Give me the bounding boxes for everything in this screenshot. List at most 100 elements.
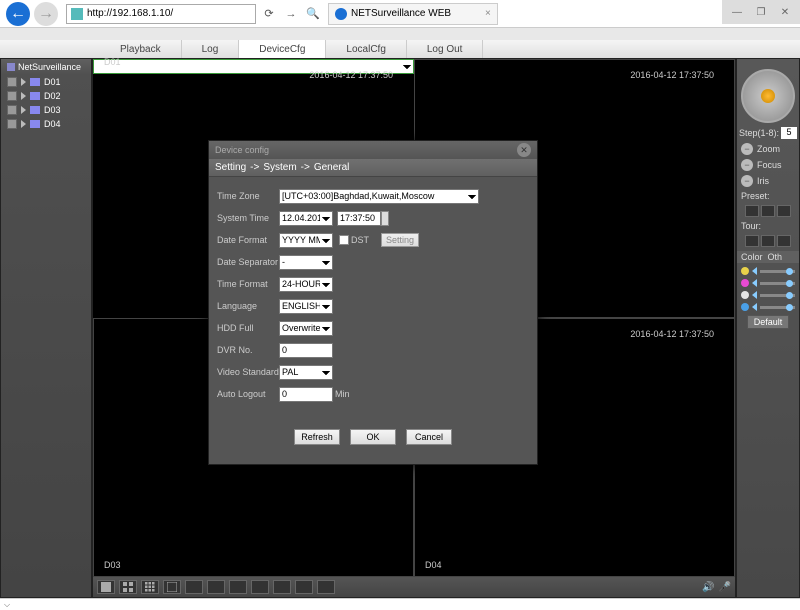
autologout-label: Auto Logout xyxy=(217,389,279,399)
connect-all-icon[interactable] xyxy=(251,580,269,594)
browser-tab[interactable]: NETSurveillance WEB × xyxy=(328,3,498,25)
timezone-select[interactable]: [UTC+03:00]Baghdad,Kuwait,Moscow xyxy=(279,189,479,204)
hddfull-select[interactable]: Overwrite xyxy=(279,321,333,336)
videostd-label: Video Standard xyxy=(217,367,279,377)
stop-icon[interactable]: → xyxy=(282,5,300,23)
refresh-icon[interactable]: ⟳ xyxy=(260,5,278,23)
fullscreen-icon[interactable] xyxy=(229,580,247,594)
device-config-dialog: Device config ✕ Setting-> System-> Gener… xyxy=(208,140,538,465)
layout-25-icon[interactable] xyxy=(185,580,203,594)
timestamp: 2016-04-12 17:37:50 xyxy=(630,329,714,339)
win-restore[interactable]: ❐ xyxy=(752,3,770,21)
layout-16-icon[interactable] xyxy=(163,580,181,594)
tour-prev[interactable] xyxy=(745,235,759,247)
browser-forward[interactable]: → xyxy=(34,2,58,26)
contrast-slider[interactable] xyxy=(737,279,799,287)
datesep-select[interactable]: - xyxy=(279,255,333,270)
refresh-button[interactable]: Refresh xyxy=(294,429,340,445)
dialog-titlebar[interactable]: Device config ✕ xyxy=(209,141,537,159)
default-button[interactable]: Default xyxy=(747,315,790,329)
nav-logout[interactable]: Log Out xyxy=(407,40,484,58)
speaker-icon[interactable]: 🔊 xyxy=(702,582,714,593)
tab-close-icon[interactable]: × xyxy=(485,8,491,19)
layout-9-icon[interactable] xyxy=(141,580,159,594)
play-icon xyxy=(21,106,26,114)
snap-icon[interactable] xyxy=(295,580,313,594)
dst-setting-button[interactable]: Setting xyxy=(381,233,419,247)
minus-icon[interactable]: − xyxy=(741,159,753,171)
browser-back[interactable]: ← xyxy=(6,2,30,26)
layout-4-icon[interactable] xyxy=(119,580,137,594)
nav-devicecfg[interactable]: DeviceCfg xyxy=(239,40,326,58)
focus-label: Focus xyxy=(757,160,795,170)
channel-d01[interactable]: D01 xyxy=(1,75,91,89)
ptz-dial[interactable] xyxy=(741,69,795,123)
record-icon[interactable] xyxy=(317,580,335,594)
crumb-system[interactable]: System xyxy=(263,162,296,173)
timeformat-select[interactable]: 24-HOUR xyxy=(279,277,333,292)
preset-label: Preset: xyxy=(737,191,799,201)
layout-1-icon[interactable] xyxy=(97,580,115,594)
video-cell-1[interactable]: 2016-04-12 17:37:50 D01 xyxy=(93,59,414,74)
datesep-label: Date Separator xyxy=(217,257,279,267)
other-header[interactable]: Oth xyxy=(768,252,783,262)
dvrno-label: DVR No. xyxy=(217,345,279,355)
tour-play[interactable] xyxy=(761,235,775,247)
tour-label: Tour: xyxy=(737,221,799,231)
dialog-title: Device config xyxy=(215,145,269,155)
close-icon[interactable]: ✕ xyxy=(517,143,531,157)
cancel-button[interactable]: Cancel xyxy=(406,429,452,445)
rec-icon xyxy=(7,119,17,129)
main-nav: Playback Log DeviceCfg LocalCfg Log Out xyxy=(0,40,800,58)
nav-localcfg[interactable]: LocalCfg xyxy=(326,40,406,58)
minus-icon[interactable]: − xyxy=(741,143,753,155)
channel-d04[interactable]: D04 xyxy=(1,117,91,131)
systime-date[interactable]: 12.04.2016 xyxy=(279,211,333,226)
talk-icon[interactable]: 🎤 xyxy=(719,582,731,593)
crumb-setting[interactable]: Setting xyxy=(215,162,246,173)
minus-icon[interactable]: − xyxy=(741,175,753,187)
language-select[interactable]: ENGLISH xyxy=(279,299,333,314)
step-value[interactable]: 5 xyxy=(781,127,797,139)
autologout-input[interactable] xyxy=(279,387,333,402)
nav-log[interactable]: Log xyxy=(182,40,240,58)
play-icon xyxy=(21,120,26,128)
saturation-slider[interactable] xyxy=(737,291,799,299)
cam-icon xyxy=(30,92,40,100)
address-bar[interactable]: http://192.168.1.10/ xyxy=(66,4,256,24)
color-header[interactable]: Color xyxy=(741,252,763,262)
dst-checkbox[interactable] xyxy=(339,235,349,245)
status-chevron-icon: ⌵ xyxy=(4,600,10,610)
crumb-general[interactable]: General xyxy=(314,162,350,173)
win-close[interactable]: ✕ xyxy=(776,3,794,21)
dateformat-label: Date Format xyxy=(217,235,279,245)
ok-button[interactable]: OK xyxy=(350,429,396,445)
hddfull-label: HDD Full xyxy=(217,323,279,333)
time-spinner[interactable] xyxy=(381,211,389,226)
cam-icon xyxy=(30,120,40,128)
preset-next[interactable] xyxy=(777,205,791,217)
chevron-left-icon xyxy=(752,279,757,287)
dateformat-select[interactable]: YYYY MM DD xyxy=(279,233,333,248)
videostd-select[interactable]: PAL xyxy=(279,365,333,380)
dot-icon xyxy=(741,291,749,299)
timestamp: 2016-04-12 17:37:50 xyxy=(630,70,714,80)
win-minimize[interactable]: — xyxy=(728,3,746,21)
channel-d03[interactable]: D03 xyxy=(1,103,91,117)
view-toolbar: 🔊 🎤 xyxy=(93,577,735,597)
tour-next[interactable] xyxy=(777,235,791,247)
preset-prev[interactable] xyxy=(745,205,759,217)
dvrno-input[interactable] xyxy=(279,343,333,358)
hue-slider[interactable] xyxy=(737,303,799,311)
channel-d02[interactable]: D02 xyxy=(1,89,91,103)
breadcrumb: Setting-> System-> General xyxy=(209,159,537,177)
nav-playback[interactable]: Playback xyxy=(100,40,182,58)
systime-time[interactable] xyxy=(337,211,381,226)
brightness-slider[interactable] xyxy=(737,267,799,275)
disconnect-all-icon[interactable] xyxy=(273,580,291,594)
layout-36-icon[interactable] xyxy=(207,580,225,594)
search-icon[interactable]: 🔍 xyxy=(304,5,322,23)
language-label: Language xyxy=(217,301,279,311)
timezone-label: Time Zone xyxy=(217,191,279,201)
preset-set[interactable] xyxy=(761,205,775,217)
